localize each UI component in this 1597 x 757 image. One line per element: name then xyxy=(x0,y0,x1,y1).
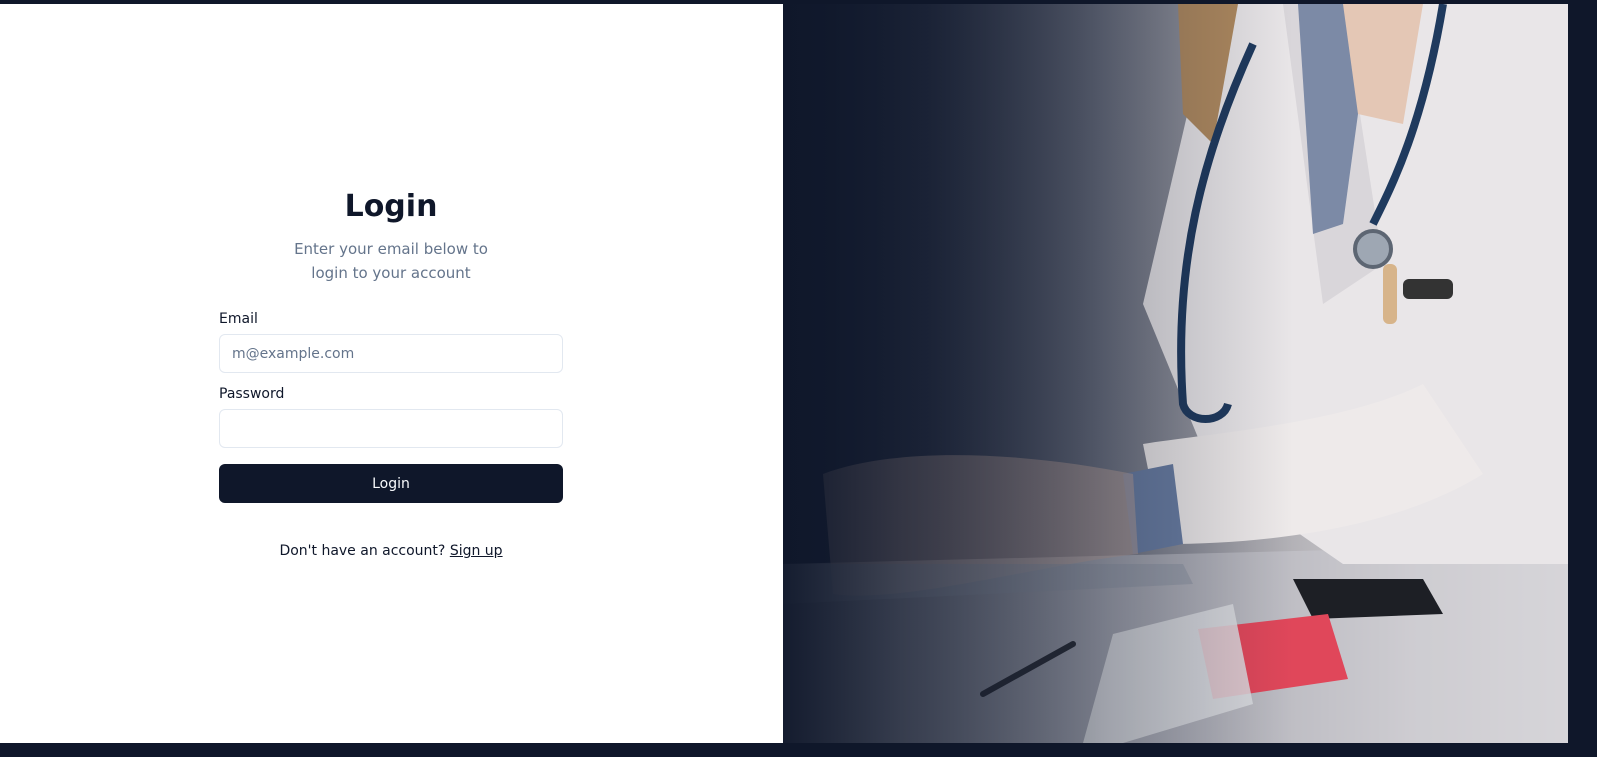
login-card: Login Enter your email below to login to… xyxy=(219,189,563,559)
password-input[interactable] xyxy=(219,409,563,448)
hero-image xyxy=(783,4,1568,743)
signup-prompt-row: Don't have an account? Sign up xyxy=(219,543,563,559)
password-field-group: Password xyxy=(219,385,563,448)
login-panel: Login Enter your email below to login to… xyxy=(0,4,783,743)
login-page: Login Enter your email below to login to… xyxy=(0,4,1568,743)
signup-prompt-text: Don't have an account? xyxy=(279,543,446,559)
login-button[interactable]: Login xyxy=(219,464,563,503)
page-subtitle: Enter your email below to login to your … xyxy=(294,240,488,282)
email-label: Email xyxy=(219,311,258,327)
signup-link[interactable]: Sign up xyxy=(450,543,503,559)
email-field-group: Email xyxy=(219,310,563,373)
page-title: Login xyxy=(344,189,438,224)
doctor-photo-illustration xyxy=(783,4,1568,743)
email-input[interactable] xyxy=(219,334,563,373)
password-label: Password xyxy=(219,386,285,402)
